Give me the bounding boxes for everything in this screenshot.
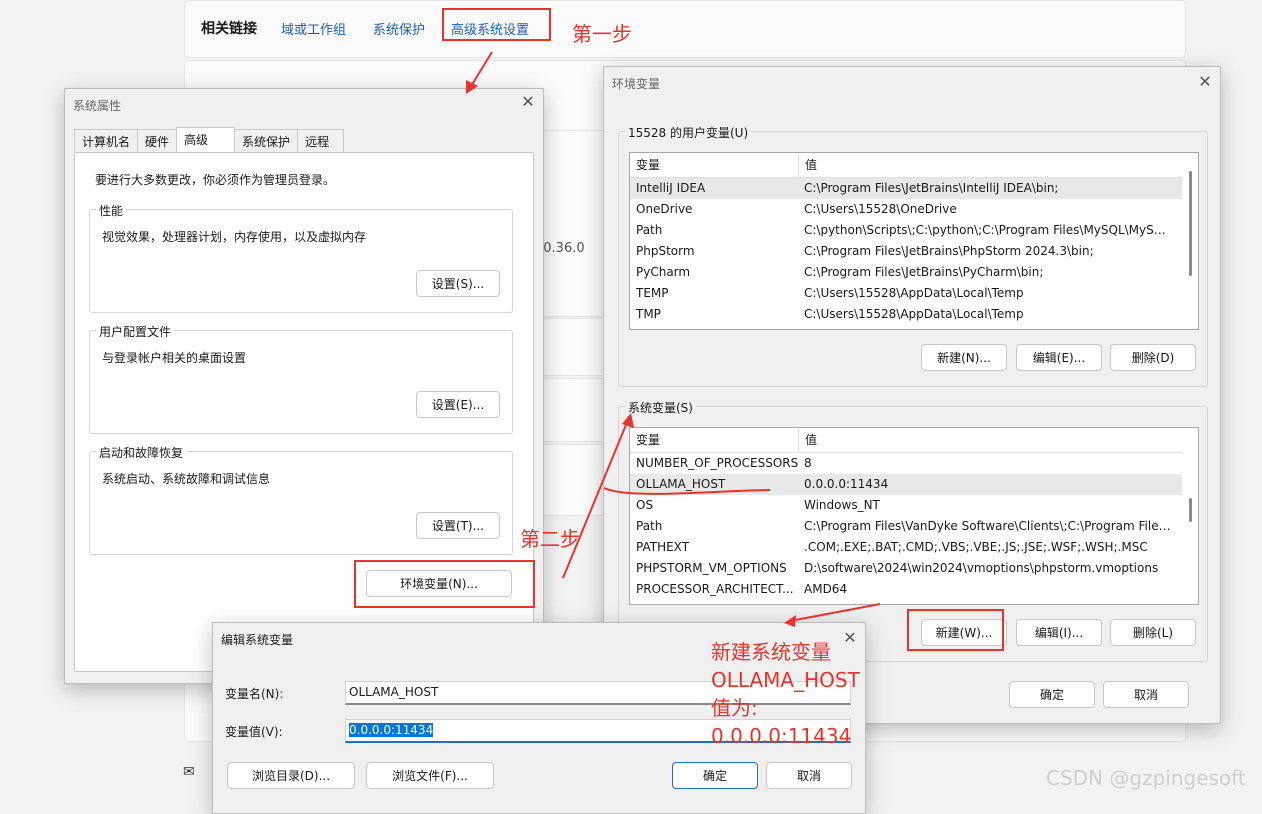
- list-item[interactable]: OneDrive C:\Users\15528\OneDrive: [630, 199, 1198, 220]
- note-line: 0.0.0.0:11434: [711, 724, 852, 748]
- performance-settings-button[interactable]: 设置(S)...: [416, 270, 500, 297]
- list-header: 变量 值: [630, 153, 1198, 178]
- tab-hardware[interactable]: 硬件: [137, 129, 178, 154]
- tab-remote[interactable]: 远程: [297, 129, 345, 154]
- feedback-icon[interactable]: ✉: [183, 764, 195, 780]
- column-header-value[interactable]: 值: [798, 153, 1175, 177]
- tab-computer-name[interactable]: 计算机名: [74, 129, 139, 154]
- dialog-title: 系统属性: [73, 99, 122, 113]
- step1-label: 第一步: [572, 22, 632, 46]
- vertical-scrollbar[interactable]: [1182, 428, 1198, 604]
- close-icon[interactable]: ✕: [519, 93, 537, 111]
- user-variables-group: 15528 的用户变量(U) 变量 值 IntelliJ IDEA C:\Prog…: [618, 124, 1208, 387]
- tab-system-protection[interactable]: 系统保护: [234, 129, 299, 154]
- group-title: 系统变量(S): [625, 399, 696, 416]
- startup-settings-button[interactable]: 设置(T)...: [416, 512, 500, 539]
- list-item[interactable]: NUMBER_OF_PROCESSORS 8: [630, 453, 1198, 474]
- group-desc: 视觉效果，处理器计划，内存使用，以及虚拟内存: [102, 230, 367, 244]
- system-edit-button[interactable]: 编辑(I)...: [1016, 619, 1102, 646]
- list-header: 变量 值: [630, 428, 1198, 453]
- note-line: 新建系统变量: [711, 640, 831, 664]
- vertical-scrollbar[interactable]: [1182, 153, 1198, 329]
- link-domain-workgroup[interactable]: 域或工作组: [281, 19, 346, 38]
- list-item[interactable]: TMP C:\Users\15528\AppData\Local\Temp: [630, 304, 1198, 325]
- note-line: 值为:: [711, 696, 758, 720]
- list-item[interactable]: PyCharm C:\Program Files\JetBrains\PyChar…: [630, 262, 1198, 283]
- browse-directory-button[interactable]: 浏览目录(D)...: [227, 762, 355, 789]
- user-profiles-group: 用户配置文件 与登录帐户相关的桌面设置 设置(E)...: [89, 323, 513, 434]
- list-item[interactable]: PATHEXT .COM;.EXE;.BAT;.CMD;.VBS;.VBE;.JS…: [630, 537, 1198, 558]
- highlight-system-new-button: [907, 609, 1004, 651]
- system-delete-button[interactable]: 删除(L): [1110, 619, 1196, 646]
- user-variables-list[interactable]: 变量 值 IntelliJ IDEA C:\Program Files\JetBr…: [629, 152, 1199, 330]
- group-desc: 系统启动、系统故障和调试信息: [102, 472, 271, 486]
- cancel-button[interactable]: 取消: [1103, 681, 1189, 708]
- dialog-title: 环境变量: [612, 77, 661, 91]
- column-header-variable[interactable]: 变量: [630, 153, 798, 177]
- note-line: OLLAMA_HOST: [711, 668, 860, 692]
- browse-file-button[interactable]: 浏览文件(F)...: [366, 762, 494, 789]
- ok-button[interactable]: 确定: [672, 762, 758, 789]
- cancel-button[interactable]: 取消: [766, 762, 852, 789]
- variable-value-label: 变量值(V):: [225, 725, 283, 739]
- list-item[interactable]: Path C:\python\Scripts\;C:\python\;C:\Pro…: [630, 220, 1198, 241]
- group-title: 用户配置文件: [96, 323, 175, 340]
- user-edit-button[interactable]: 编辑(E)...: [1016, 344, 1102, 371]
- variable-name-label: 变量名(N):: [225, 687, 284, 701]
- group-title: 15528 的用户变量(U): [625, 124, 752, 141]
- watermark: CSDN @gzpingesoft: [1046, 766, 1246, 790]
- list-item[interactable]: Path C:\Program Files\VanDyke Software\Cl…: [630, 516, 1198, 537]
- annotation-note: 新建系统变量 OLLAMA_HOST 值为: 0.0.0.0:11434: [711, 638, 860, 750]
- list-item[interactable]: PROCESSOR_ARCHITECT... AMD64: [630, 579, 1198, 600]
- group-desc: 与登录帐户相关的桌面设置: [102, 351, 247, 365]
- related-links-bar: 相关链接 域或工作组 系统保护 高级系统设置: [184, 0, 1186, 58]
- list-item[interactable]: IntelliJ IDEA C:\Program Files\JetBrains\…: [630, 178, 1198, 199]
- link-system-protection[interactable]: 系统保护: [373, 19, 425, 38]
- group-title: 性能: [96, 202, 127, 219]
- list-item[interactable]: OLLAMA_HOST 0.0.0.0:11434: [630, 474, 1198, 495]
- list-item[interactable]: OS Windows_NT: [630, 495, 1198, 516]
- step2-label: 第二步: [520, 527, 580, 551]
- highlight-advanced-settings: [442, 8, 551, 41]
- group-title: 启动和故障恢复: [96, 444, 187, 461]
- selected-text: 0.0.0.0:11434: [349, 723, 434, 737]
- startup-recovery-group: 启动和故障恢复 系统启动、系统故障和调试信息 设置(T)...: [89, 444, 513, 555]
- list-item[interactable]: PHPSTORM_VM_OPTIONS D:\software\2024\win2…: [630, 558, 1198, 579]
- admin-note: 要进行大多数更改，你必须作为管理员登录。: [95, 173, 336, 187]
- user-delete-button[interactable]: 删除(D): [1110, 344, 1196, 371]
- close-icon[interactable]: ✕: [1196, 73, 1214, 91]
- performance-group: 性能 视觉效果，处理器计划，内存使用，以及虚拟内存 设置(S)...: [89, 202, 513, 313]
- system-variables-list[interactable]: 变量 值 NUMBER_OF_PROCESSORS 8 OLLAMA_HOST 0.…: [629, 427, 1199, 605]
- column-header-value[interactable]: 值: [798, 428, 1175, 452]
- highlight-env-button: [354, 560, 535, 608]
- profiles-settings-button[interactable]: 设置(E)...: [416, 391, 500, 418]
- column-header-variable[interactable]: 变量: [630, 428, 798, 452]
- dialog-title: 编辑系统变量: [221, 633, 294, 647]
- ok-button[interactable]: 确定: [1009, 681, 1095, 708]
- list-item[interactable]: TEMP C:\Users\15528\AppData\Local\Temp: [630, 283, 1198, 304]
- related-links-label: 相关链接: [201, 21, 257, 37]
- list-item[interactable]: PhpStorm C:\Program Files\JetBrains\PhpSt…: [630, 241, 1198, 262]
- user-new-button[interactable]: 新建(N)...: [921, 344, 1007, 371]
